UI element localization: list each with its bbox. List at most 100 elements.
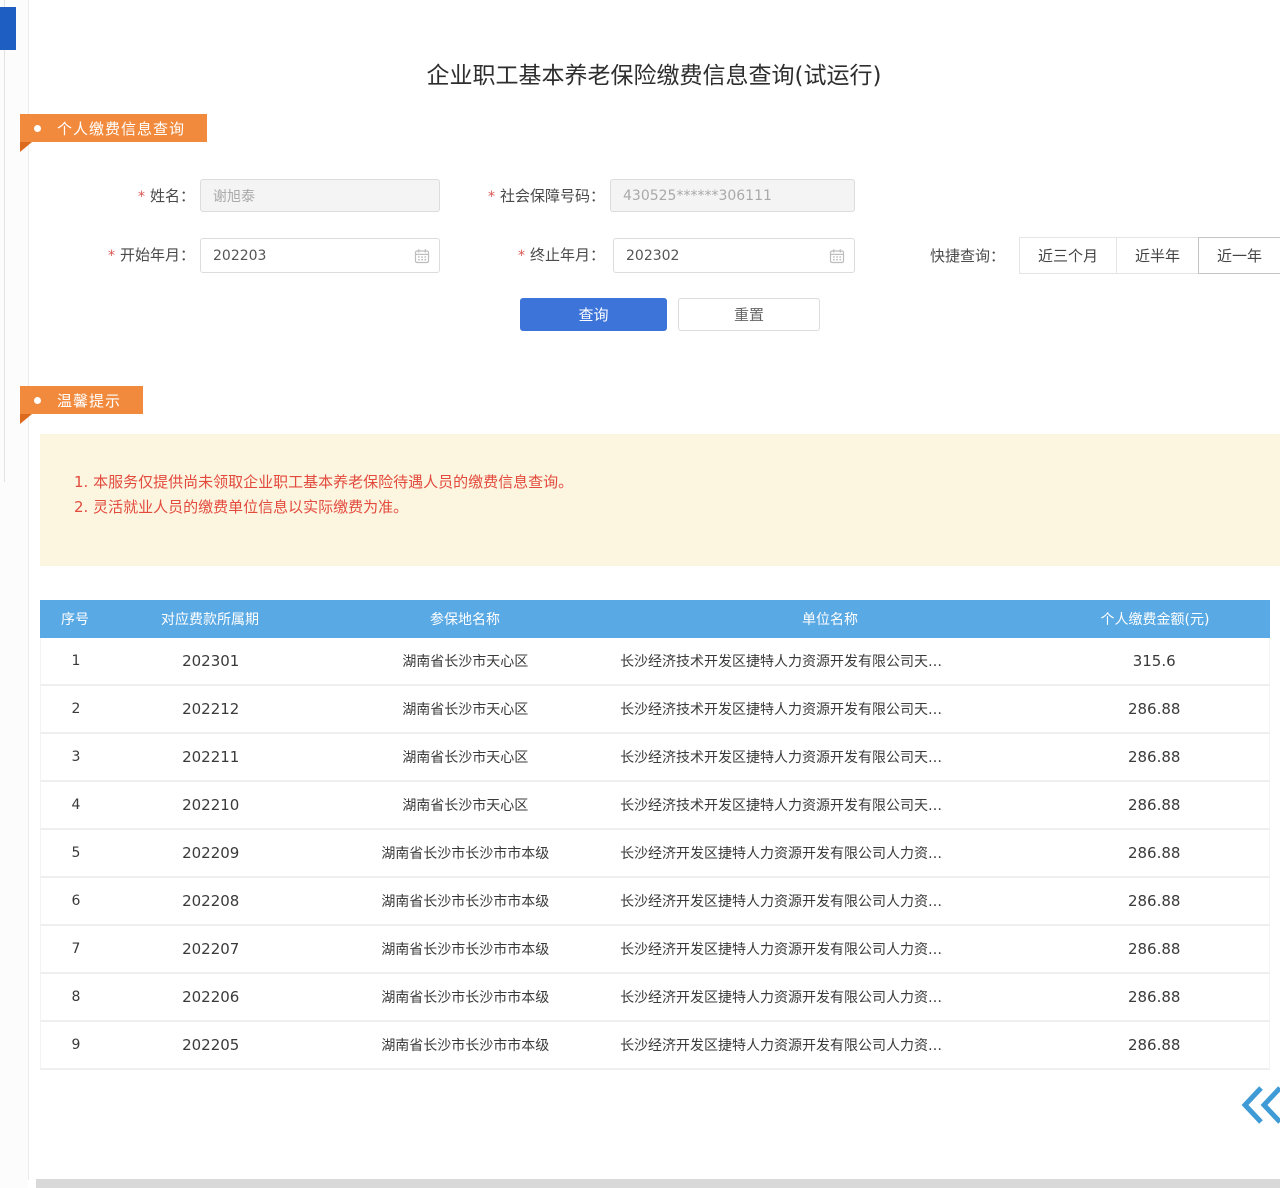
section-badge-label: 温馨提示 [57, 390, 121, 411]
table-row: 7202207湖南省长沙市长沙市市本级长沙经济开发区捷特人力资源开发有限公司人力… [40, 926, 1270, 974]
ssn-input [610, 179, 855, 212]
quick-query-button[interactable]: 近一年 [1198, 237, 1280, 274]
required-asterisk: * [488, 189, 495, 205]
bullet-dot-icon [34, 397, 41, 404]
table-row: 4202210湖南省长沙市天心区长沙经济技术开发区捷特人力资源开发有限公司天…2… [40, 782, 1270, 830]
table-cell: 湖南省长沙市天心区 [311, 747, 621, 767]
table-cell: 286.88 [1039, 940, 1269, 958]
table-cell: 长沙经济开发区捷特人力资源开发有限公司人力资… [620, 1035, 1039, 1055]
table-row: 5202209湖南省长沙市长沙市市本级长沙经济开发区捷特人力资源开发有限公司人力… [40, 830, 1270, 878]
query-button[interactable]: 查询 [520, 298, 667, 331]
table-cell: 长沙经济开发区捷特人力资源开发有限公司人力资… [620, 843, 1039, 863]
table-header-cell: 单位名称 [620, 609, 1040, 629]
quick-query-label: 快捷查询： [930, 239, 1005, 273]
table-cell: 湖南省长沙市天心区 [311, 795, 621, 815]
ssn-label: *社会保障号码： [440, 179, 605, 213]
required-asterisk: * [138, 189, 145, 205]
notice-line: 1. 本服务仅提供尚未领取企业职工基本养老保险待遇人员的缴费信息查询。 [74, 470, 1260, 495]
end-month-input[interactable] [614, 248, 829, 264]
table-body: 1202301湖南省长沙市天心区长沙经济技术开发区捷特人力资源开发有限公司天…3… [40, 638, 1270, 1070]
table-cell: 202209 [111, 844, 311, 862]
table-cell: 286.88 [1039, 844, 1269, 862]
quick-query-buttons: 近三个月近半年近一年 [1019, 237, 1280, 274]
table-cell: 202206 [111, 988, 311, 1006]
table-cell: 202301 [111, 652, 311, 670]
table-cell: 湖南省长沙市天心区 [311, 651, 621, 671]
table-header-row: 序号对应费款所属期参保地名称单位名称个人缴费金额(元) [40, 600, 1270, 638]
table-cell: 长沙经济开发区捷特人力资源开发有限公司人力资… [620, 987, 1039, 1007]
table-header-cell: 参保地名称 [310, 609, 620, 629]
reset-button[interactable]: 重置 [678, 298, 820, 331]
start-month-input[interactable] [201, 248, 414, 264]
table-cell: 286.88 [1039, 796, 1269, 814]
sidebar-tab[interactable] [0, 7, 16, 50]
table-cell: 286.88 [1039, 1036, 1269, 1054]
table-cell: 202207 [111, 940, 311, 958]
table-cell: 202208 [111, 892, 311, 910]
bullet-dot-icon [34, 125, 41, 132]
table-cell: 1 [41, 653, 111, 669]
page-title: 企业职工基本养老保险缴费信息查询(试运行) [28, 56, 1280, 90]
notice-line: 2. 灵活就业人员的缴费单位信息以实际缴费为准。 [74, 495, 1260, 520]
required-asterisk: * [518, 248, 525, 264]
table-cell: 4 [41, 797, 111, 813]
table-cell: 湖南省长沙市长沙市市本级 [311, 843, 621, 863]
gutter-divider [4, 0, 5, 482]
table-row: 3202211湖南省长沙市天心区长沙经济技术开发区捷特人力资源开发有限公司天…2… [40, 734, 1270, 782]
card-left-border [28, 0, 29, 1180]
results-table: 序号对应费款所属期参保地名称单位名称个人缴费金额(元) 1202301湖南省长沙… [40, 600, 1270, 1070]
table-header-cell: 对应费款所属期 [110, 609, 310, 629]
name-input [200, 179, 440, 212]
table-cell: 湖南省长沙市长沙市市本级 [311, 891, 621, 911]
table-cell: 286.88 [1039, 892, 1269, 910]
section-badge-label: 个人缴费信息查询 [57, 118, 185, 139]
table-cell: 286.88 [1039, 988, 1269, 1006]
table-cell: 长沙经济技术开发区捷特人力资源开发有限公司天… [620, 747, 1039, 767]
end-month-field[interactable] [613, 238, 855, 273]
calendar-icon[interactable] [829, 248, 845, 264]
table-cell: 3 [41, 749, 111, 765]
table-header-cell: 个人缴费金额(元) [1040, 609, 1270, 629]
required-asterisk: * [108, 248, 115, 264]
table-cell: 2 [41, 701, 111, 717]
table-cell: 9 [41, 1037, 111, 1053]
table-cell: 长沙经济开发区捷特人力资源开发有限公司人力资… [620, 939, 1039, 959]
table-cell: 202211 [111, 748, 311, 766]
table-row: 1202301湖南省长沙市天心区长沙经济技术开发区捷特人力资源开发有限公司天…3… [40, 638, 1270, 686]
table-cell: 286.88 [1039, 748, 1269, 766]
quick-query-button[interactable]: 近半年 [1116, 237, 1199, 274]
name-label: *姓名： [70, 179, 195, 213]
table-row: 6202208湖南省长沙市长沙市市本级长沙经济开发区捷特人力资源开发有限公司人力… [40, 878, 1270, 926]
table-row: 9202205湖南省长沙市长沙市市本级长沙经济开发区捷特人力资源开发有限公司人力… [40, 1022, 1270, 1070]
table-cell: 湖南省长沙市长沙市市本级 [311, 1035, 621, 1055]
table-cell: 8 [41, 989, 111, 1005]
table-row: 2202212湖南省长沙市天心区长沙经济技术开发区捷特人力资源开发有限公司天…2… [40, 686, 1270, 734]
table-cell: 长沙经济技术开发区捷特人力资源开发有限公司天… [620, 795, 1039, 815]
table-cell: 湖南省长沙市长沙市市本级 [311, 939, 621, 959]
table-cell: 7 [41, 941, 111, 957]
start-month-field[interactable] [200, 238, 440, 273]
table-cell: 5 [41, 845, 111, 861]
table-cell: 长沙经济开发区捷特人力资源开发有限公司人力资… [620, 891, 1039, 911]
table-header-cell: 序号 [40, 609, 110, 629]
chevron-double-left-icon[interactable] [1238, 1084, 1280, 1126]
section-badge-tips: 温馨提示 [20, 386, 143, 414]
table-cell: 315.6 [1039, 652, 1269, 670]
table-cell: 286.88 [1039, 700, 1269, 718]
table-cell: 长沙经济技术开发区捷特人力资源开发有限公司天… [620, 699, 1039, 719]
start-month-label: *开始年月： [70, 238, 195, 272]
bottom-scrollbar-track[interactable] [36, 1179, 1280, 1188]
section-badge-personal-query: 个人缴费信息查询 [20, 114, 207, 142]
table-row: 8202206湖南省长沙市长沙市市本级长沙经济开发区捷特人力资源开发有限公司人力… [40, 974, 1270, 1022]
end-month-label: *终止年月： [440, 238, 605, 272]
table-cell: 202205 [111, 1036, 311, 1054]
notice-lines: 1. 本服务仅提供尚未领取企业职工基本养老保险待遇人员的缴费信息查询。2. 灵活… [74, 470, 1260, 520]
table-cell: 202210 [111, 796, 311, 814]
table-cell: 湖南省长沙市长沙市市本级 [311, 987, 621, 1007]
table-cell: 202212 [111, 700, 311, 718]
calendar-icon[interactable] [414, 248, 430, 264]
table-cell: 长沙经济技术开发区捷特人力资源开发有限公司天… [620, 651, 1039, 671]
notice-box: 1. 本服务仅提供尚未领取企业职工基本养老保险待遇人员的缴费信息查询。2. 灵活… [40, 434, 1280, 566]
quick-query-button[interactable]: 近三个月 [1019, 237, 1117, 274]
table-cell: 湖南省长沙市天心区 [311, 699, 621, 719]
